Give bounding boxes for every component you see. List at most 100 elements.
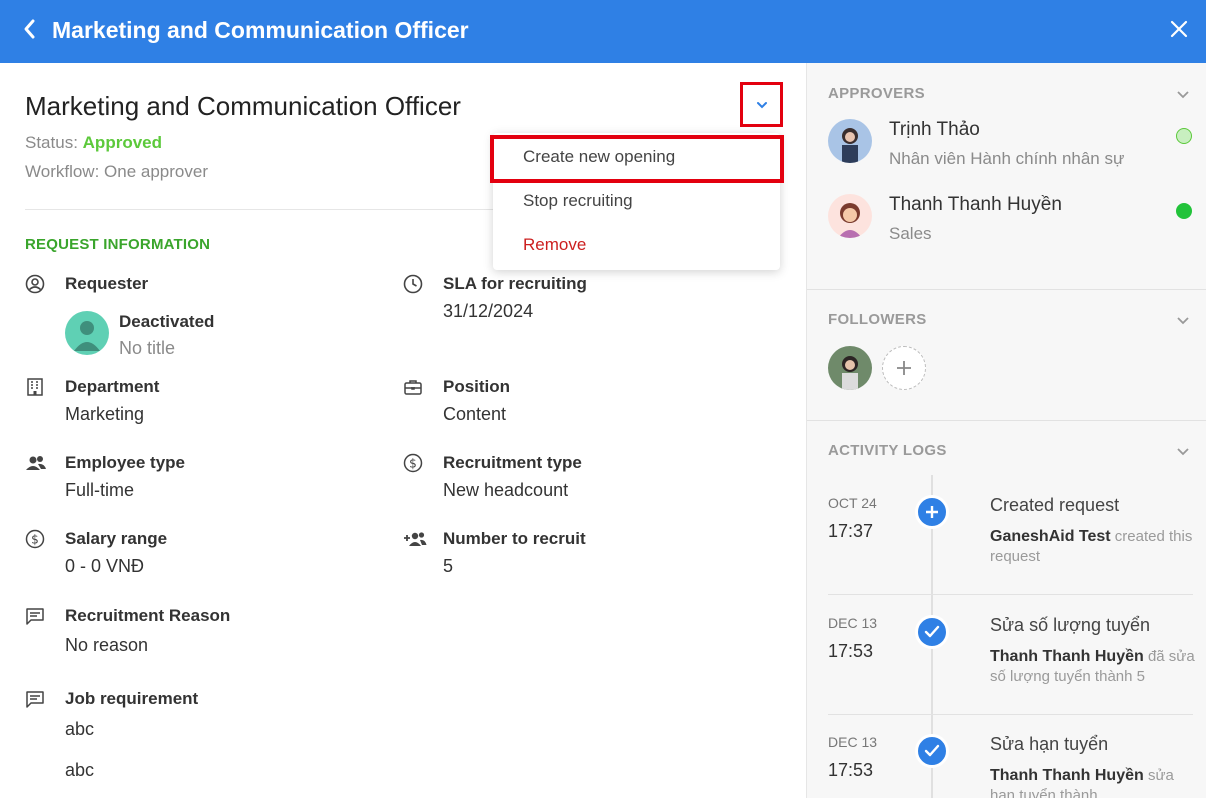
log-title: Sửa số lượng tuyển [990,615,1150,635]
log-actor: GaneshAid Test [990,528,1111,545]
approvers-section: APPROVERS Trịnh Thảo Nhân viên Hành chín… [807,63,1206,290]
requester-title: No title [119,338,176,358]
workflow-text: Workflow: One approver [25,162,208,181]
close-icon[interactable] [1170,14,1188,44]
check-icon [915,734,949,768]
field-label: Recruitment Reason [65,606,231,625]
field-value: 0 - 0 VNĐ [65,556,145,576]
status-badge: Approved [82,133,162,152]
field-requester: Requester Deactivated No title [25,274,385,364]
chevron-down-icon[interactable] [1176,87,1192,103]
field-number-to-recruit: Number to recruit 5 [403,529,763,589]
log-time: 17:53 [828,760,874,780]
field-recruitment-reason: Recruitment Reason No reason [25,606,385,666]
activity-item: DEC 13 17:53 Sửa hạn tuyển Thanh Thanh H… [828,734,1193,798]
log-description: Thanh Thanh Huyền sửa hạn tuyển thành [990,766,1193,798]
approver-role: Sales [889,224,932,243]
status-indicator [1176,203,1192,219]
approver-item[interactable]: Trịnh Thảo Nhân viên Hành chính nhân sự [828,119,1198,179]
field-recruitment-type: $ Recruitment type New headcount [403,453,763,513]
header-title: Marketing and Communication Officer [52,17,469,43]
log-date: DEC 13 [828,615,878,631]
field-label: Number to recruit [443,529,586,548]
avatar [65,311,109,355]
divider [828,714,1193,715]
divider [25,209,495,210]
avatar [828,194,872,238]
svg-text:$: $ [31,533,39,547]
status-line: Status: Approved [25,133,162,153]
field-value: 5 [443,556,454,576]
menu-item-create-new-opening[interactable]: Create new opening [493,135,780,179]
check-icon [915,615,949,649]
side-panel: APPROVERS Trịnh Thảo Nhân viên Hành chín… [806,63,1206,798]
approvers-title: APPROVERS [828,85,925,102]
approver-name: Trịnh Thảo [889,119,980,140]
field-value: Marketing [65,404,145,424]
field-value: 31/12/2024 [443,301,534,321]
field-label: Employee type [65,453,185,472]
log-time: 17:37 [828,521,874,541]
plus-icon [897,361,911,375]
chevron-down-icon[interactable] [1176,444,1192,460]
main-panel: Marketing and Communication Officer Stat… [0,63,806,798]
activity-item: DEC 13 17:53 Sửa số lượng tuyển Thanh Th… [828,615,1195,715]
field-label: SLA for recruiting [443,274,587,293]
people-icon [25,453,47,475]
activity-title: ACTIVITY LOGS [828,442,947,459]
field-salary-range: $ Salary range 0 - 0 VNĐ [25,529,385,589]
status-indicator [1176,128,1192,144]
field-value: No reason [65,635,149,655]
briefcase-icon [403,377,425,399]
field-label: Job requirement [65,689,199,708]
dollar-circle-icon: $ [25,529,47,551]
plus-icon [915,495,949,529]
building-icon [25,377,47,399]
log-description: Thanh Thanh Huyền đã sửa số lượng tuyển … [990,647,1195,687]
log-title: Sửa hạn tuyển [990,734,1109,754]
field-value: Content [443,404,507,424]
menu-item-remove[interactable]: Remove [493,223,780,267]
field-value: Full-time [65,480,135,500]
back-arrow-icon[interactable] [22,16,46,42]
log-actor: Thanh Thanh Huyền [990,648,1144,665]
activity-item: OCT 24 17:37 Created request GaneshAid T… [828,495,1193,595]
field-employee-type: Employee type Full-time [25,453,385,513]
field-label: Position [443,377,511,396]
field-label: Recruitment type [443,453,582,472]
log-actor: Thanh Thanh Huyền [990,767,1144,784]
approver-item[interactable]: Thanh Thanh Huyền Sales [828,194,1198,254]
top-bar: Marketing and Communication Officer [0,0,1206,63]
section-title: REQUEST INFORMATION [25,236,211,253]
actions-dropdown-button[interactable] [740,82,783,127]
add-follower-button[interactable] [882,346,926,390]
field-value: New headcount [443,480,569,500]
field-department: Department Marketing [25,377,385,437]
svg-text:$: $ [409,457,417,471]
approver-role: Nhân viên Hành chính nhân sự [889,149,1125,168]
chevron-down-icon [756,101,767,108]
job-title: Marketing and Communication Officer [25,91,461,121]
requester-name: Deactivated [119,312,215,331]
field-job-requirement: Job requirement abc abc [25,689,385,789]
chevron-down-icon[interactable] [1176,313,1192,329]
approver-name: Thanh Thanh Huyền [889,194,1062,215]
field-label: Department [65,377,160,396]
field-label: Requester [65,274,149,293]
dollar-circle-icon: $ [403,453,425,475]
log-time: 17:53 [828,641,874,661]
field-value: abc [65,719,95,739]
field-sla: SLA for recruiting 31/12/2024 [403,274,763,334]
menu-item-stop-recruiting[interactable]: Stop recruiting [493,179,780,223]
user-circle-icon [25,274,47,296]
field-value: abc [65,760,95,780]
log-description: GaneshAid Test created this request [990,527,1195,567]
log-date: OCT 24 [828,495,877,511]
followers-section: FOLLOWERS [807,290,1206,421]
avatar[interactable] [828,346,872,390]
field-position: Position Content [403,377,763,437]
log-title: Created request [990,495,1120,515]
log-date: DEC 13 [828,734,878,750]
comment-icon [25,606,47,628]
clock-icon [403,274,425,296]
